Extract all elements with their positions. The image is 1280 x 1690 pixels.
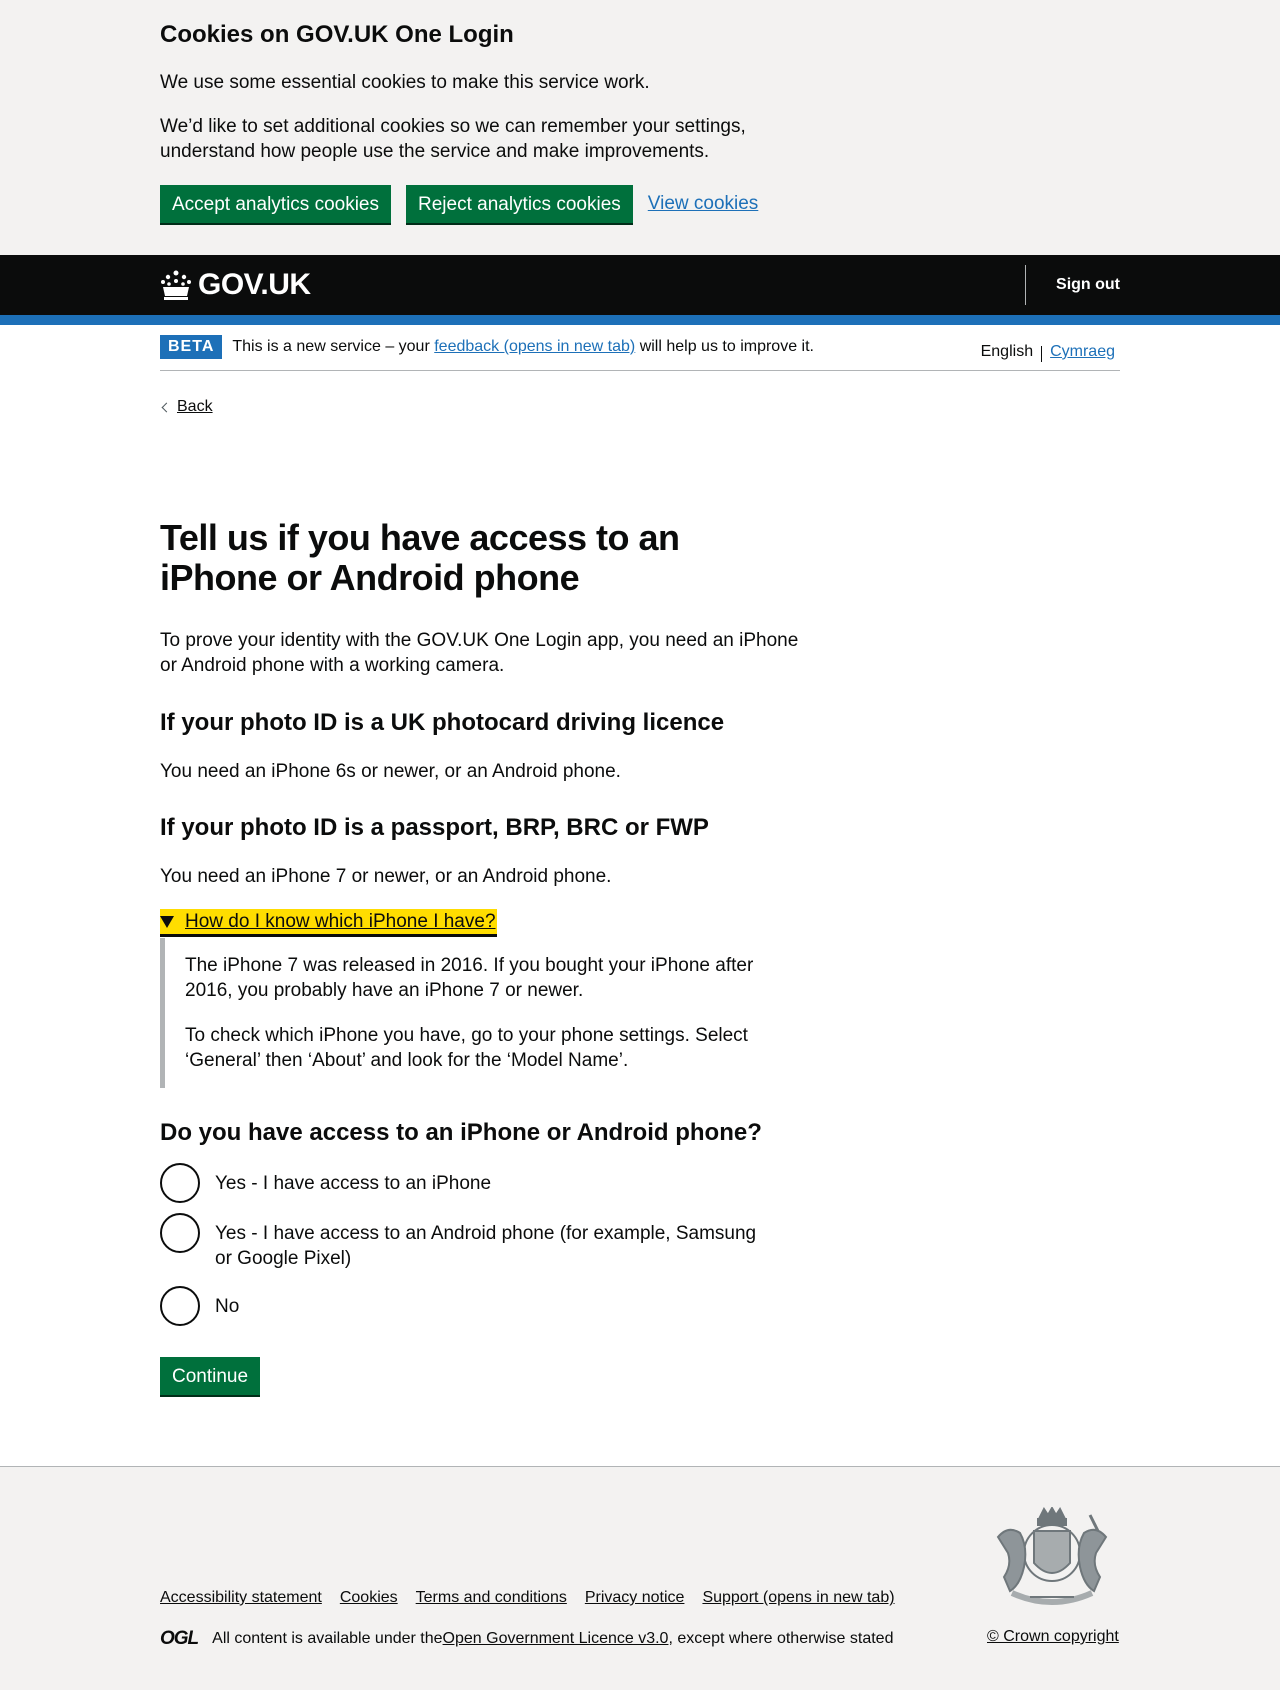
radio-label[interactable]: No (215, 1286, 775, 1319)
footer-link-accessibility[interactable]: Accessibility statement (160, 1589, 322, 1607)
radio-label[interactable]: Yes - I have access to an Android phone … (215, 1213, 775, 1271)
open-government-licence-link[interactable]: Open Government Licence v3.0 (443, 1630, 669, 1648)
reject-analytics-cookies-button[interactable]: Reject analytics cookies (406, 185, 633, 223)
crown-copyright-link[interactable]: © Crown copyright (987, 1628, 1119, 1645)
language-current: English (980, 343, 1034, 360)
details-summary-toggle[interactable]: How do I know which iPhone I have? (160, 909, 497, 934)
licence-text-before: All content is available under the (212, 1630, 443, 1647)
footer-link-cookies[interactable]: Cookies (340, 1589, 398, 1607)
radio-option-android[interactable]: Yes - I have access to an Android phone … (160, 1213, 775, 1271)
phase-text-before: This is a new service – your (232, 338, 435, 355)
iphone-details: How do I know which iPhone I have? (160, 909, 497, 934)
triangle-down-icon (160, 915, 174, 928)
royal-coat-of-arms-icon (996, 1507, 1108, 1605)
language-separator (1041, 346, 1043, 362)
details-summary-text: How do I know which iPhone I have? (185, 911, 496, 932)
radio-button[interactable] (160, 1286, 200, 1326)
phase-banner: BETA This is a new service – your feedba… (160, 325, 1120, 371)
driving-licence-heading: If your photo ID is a UK photocard drivi… (160, 709, 725, 736)
radio-label[interactable]: Yes - I have access to an iPhone (215, 1163, 775, 1196)
sign-out-link[interactable]: Sign out (1025, 265, 1120, 305)
cookie-banner-actions: Accept analytics cookies Reject analytic… (160, 185, 1120, 223)
footer-links: Accessibility statement Cookies Terms an… (160, 1589, 913, 1607)
phase-text-after: will help us to improve it. (635, 338, 814, 355)
details-text-2: To check which iPhone you have, go to yo… (185, 1025, 748, 1071)
header-blue-bar (0, 315, 1280, 325)
page-title: Tell us if you have access to an iPhone … (160, 517, 680, 598)
intro-text: To prove your identity with the GOV.UK O… (160, 630, 799, 676)
chevron-left-icon (161, 402, 172, 412)
continue-button[interactable]: Continue (160, 1357, 261, 1395)
radio-option-iphone[interactable]: Yes - I have access to an iPhone (160, 1163, 775, 1203)
govuk-logo-text: GOV.UK (198, 268, 311, 301)
view-cookies-link[interactable]: View cookies (648, 193, 759, 215)
footer-link-support[interactable]: Support (opens in new tab) (702, 1589, 894, 1607)
details-content: The iPhone 7 was released in 2016. If yo… (160, 938, 800, 1088)
phone-question-heading: Do you have access to an iPhone or Andro… (160, 1119, 762, 1146)
radio-button[interactable] (160, 1213, 200, 1253)
licence-statement: OGL All content is available under the O… (160, 1628, 893, 1650)
beta-tag: BETA (160, 335, 223, 359)
passport-heading: If your photo ID is a passport, BRP, BRC… (160, 814, 709, 841)
phase-banner-text: This is a new service – your feedback (o… (232, 335, 814, 359)
ogl-logo-icon: OGL (160, 1628, 199, 1649)
language-cymraeg-link[interactable]: Cymraeg (1050, 343, 1115, 362)
accept-analytics-cookies-button[interactable]: Accept analytics cookies (160, 185, 391, 223)
footer-link-privacy[interactable]: Privacy notice (585, 1589, 685, 1607)
cookie-banner: Cookies on GOV.UK One Login We use some … (0, 0, 1280, 255)
site-footer: Accessibility statement Cookies Terms an… (0, 1466, 1280, 1690)
driving-licence-text: You need an iPhone 6s or newer, or an An… (160, 761, 621, 782)
cookie-banner-text-1: We use some essential cookies to make th… (160, 72, 650, 93)
radio-button[interactable] (160, 1163, 200, 1203)
cookie-banner-text-2: We’d like to set additional cookies so w… (160, 116, 746, 162)
passport-text: You need an iPhone 7 or newer, or an And… (160, 866, 612, 887)
site-header: GOV.UK Sign out (0, 255, 1280, 315)
language-toggle: English Cymraeg (981, 343, 1115, 362)
back-link-container: Back (160, 398, 213, 416)
details-text-1: The iPhone 7 was released in 2016. If yo… (185, 955, 754, 1001)
cookie-banner-title: Cookies on GOV.UK One Login (160, 21, 514, 48)
footer-link-terms[interactable]: Terms and conditions (416, 1589, 567, 1607)
radio-option-no[interactable]: No (160, 1286, 775, 1326)
licence-text-after: , except where otherwise stated (668, 1630, 894, 1647)
govuk-logo-link[interactable]: GOV.UK (160, 268, 311, 302)
back-link[interactable]: Back (177, 398, 213, 416)
feedback-link[interactable]: feedback (opens in new tab) (434, 338, 635, 355)
crown-copyright: © Crown copyright (987, 1628, 1119, 1646)
crown-icon (161, 270, 191, 300)
